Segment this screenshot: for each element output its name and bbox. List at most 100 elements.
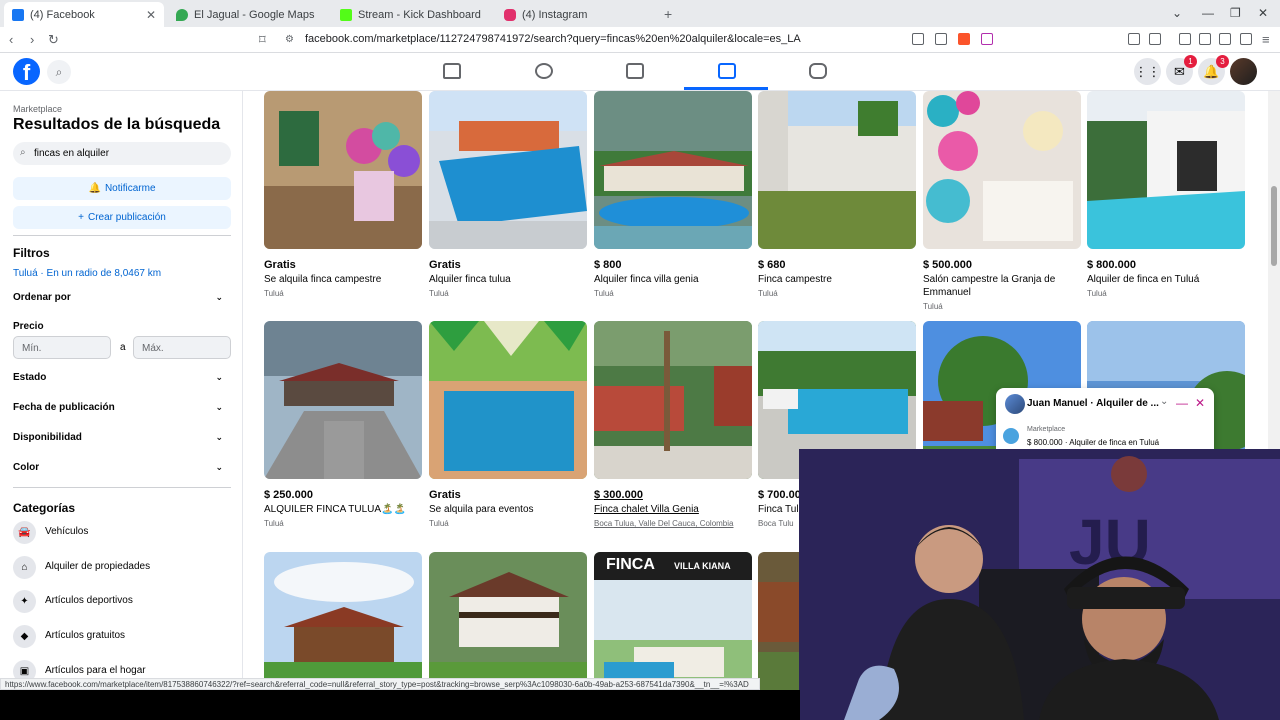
share-icon[interactable] [935,33,947,45]
divider [13,235,231,236]
cast-icon[interactable] [912,33,924,45]
category-label: Artículos deportivos [45,595,133,606]
listing-image[interactable] [923,91,1081,249]
state-dropdown[interactable]: Estado ⌄ [13,372,231,383]
category-sports[interactable]: ✦ Artículos deportivos [13,590,231,618]
reader-icon[interactable] [1149,33,1161,45]
facebook-logo[interactable]: f [13,58,40,85]
listing-card[interactable]: $ 250.000 ALQUILER FINCA TULUA🏝️🏝️ Tuluá [264,321,422,528]
search-input[interactable]: ⌕ fincas en alquiler [13,142,231,165]
availability-dropdown[interactable]: Disponibilidad ⌄ [13,432,231,443]
tab-instagram[interactable]: (4) Instagram [496,2,660,27]
create-listing-button[interactable]: + Crear publicación [13,206,231,229]
listing-title: Alquiler finca tulua [429,274,511,285]
close-window-icon[interactable]: ✕ [1258,6,1268,20]
sidebar-icon[interactable] [1179,33,1191,45]
category-property-rentals[interactable]: ⌂ Alquiler de propiedades [13,556,231,584]
sort-dropdown[interactable]: Ordenar por ⌄ [13,292,231,303]
category-free[interactable]: ◆ Artículos gratuitos [13,625,231,653]
kick-favicon-icon [340,8,352,21]
messenger-icon[interactable]: ✉ 1 [1166,55,1197,85]
restore-icon[interactable]: ❐ [1230,6,1241,20]
menu-grid-icon[interactable]: ⋮⋮ [1134,58,1161,85]
listing-card[interactable]: Gratis Se alquila finca campestre Tuluá [264,91,422,298]
listing-image[interactable] [264,552,422,690]
listing-card[interactable]: $ 300.000 Finca chalet Villa Genia Boca Tu… [594,321,752,528]
chevron-down-icon[interactable]: ⌄ [1160,396,1168,407]
brave-rewards-icon[interactable] [981,33,993,45]
site-info-icon[interactable]: ⚙ [285,34,294,45]
close-icon[interactable]: ✕ [1195,396,1205,410]
listing-image[interactable] [594,91,752,249]
video-icon[interactable] [626,63,644,79]
listing-price: $ 800 [594,259,622,271]
avatar[interactable] [1230,58,1257,85]
category-label: Alquiler de propiedades [45,561,151,572]
listing-card[interactable]: $ 500.000 Salón campestre la Granja de Em… [923,91,1081,311]
listing-image[interactable] [758,91,916,249]
price-max-input[interactable]: Máx. [133,336,231,359]
wallet-icon[interactable] [1199,33,1211,45]
breadcrumb[interactable]: Marketplace [13,104,62,114]
notifications-icon[interactable]: 🔔 3 [1198,55,1229,85]
listing-card[interactable]: Gratis Se alquila para eventos Tuluá [429,321,587,528]
listing-card[interactable]: $ 800.000 Alquiler de finca en Tuluá Tuluá [1087,91,1245,298]
color-dropdown[interactable]: Color ⌄ [13,462,231,473]
reload-icon[interactable]: ↻ [48,32,59,48]
listing-image[interactable] [264,321,422,479]
category-vehicles[interactable]: 🚘 Vehículos [13,521,231,549]
bookmark-icon[interactable]: ⌑ [259,32,266,48]
listing-card[interactable] [264,552,422,690]
listing-image[interactable] [594,321,752,479]
minimize-icon[interactable]: — [1202,6,1214,20]
new-tab-button[interactable]: + [664,6,672,22]
listing-image[interactable] [429,552,587,690]
location-filter[interactable]: Tuluá · En un radio de 8,0467 km [13,268,161,279]
listing-image[interactable] [429,91,587,249]
close-icon[interactable]: ✕ [146,8,156,22]
listing-card[interactable] [429,552,587,690]
home-icon[interactable] [443,63,461,79]
scrollbar-thumb[interactable] [1271,186,1277,266]
menu-icon[interactable]: ≡ [1262,32,1270,47]
friends-icon[interactable] [535,63,553,79]
chat-contact-name: Juan Manuel · Alquiler de ... [1027,398,1159,409]
listing-title: Finca chalet Villa Genia [594,504,699,515]
back-icon[interactable]: ‹ [9,32,13,47]
listing-image[interactable] [264,91,422,249]
vpn-icon[interactable] [1240,33,1252,45]
brave-shield-icon[interactable] [958,33,970,45]
listing-card[interactable]: $ 680 Finca campestre Tuluá [758,91,916,298]
listing-price: Gratis [264,259,296,271]
search-icon[interactable]: ⌕ [47,60,71,84]
date-dropdown[interactable]: Fecha de publicación ⌄ [13,402,231,413]
webcam-overlay: JU [799,449,1280,720]
notify-label: Notificarme [104,183,156,194]
marketplace-icon[interactable] [718,63,736,79]
chevron-down-icon[interactable]: ⌄ [1172,6,1182,20]
webcam-scene: JU [799,449,1280,720]
listing-location: Tuluá [429,289,449,298]
leo-icon[interactable] [1219,33,1231,45]
extensions-icon[interactable] [1128,33,1140,45]
tab-google-maps[interactable]: El Jagual - Google Maps [168,2,332,27]
avatar [1005,394,1025,414]
minimize-icon[interactable]: — [1176,396,1188,410]
listing-card[interactable]: FINCA VILLA KIANA [594,552,752,690]
gaming-icon[interactable] [809,63,827,79]
tag-icon: ◆ [13,625,36,648]
url-field[interactable]: facebook.com/marketplace/112724798741972… [305,33,801,45]
listing-card[interactable]: $ 800 Alquiler finca villa genia Tuluá [594,91,752,298]
listing-card[interactable]: Gratis Alquiler finca tulua Tuluá [429,91,587,298]
listing-price: $ 300.000 [594,489,643,501]
tab-kick[interactable]: Stream - Kick Dashboard [332,2,496,27]
notify-button[interactable]: 🔔 Notificarme [13,177,231,200]
forward-icon[interactable]: › [30,32,34,47]
listing-image[interactable]: FINCA VILLA KIANA [594,552,752,690]
chat-popup[interactable]: Juan Manuel · Alquiler de ... ⌄ — ✕ Mark… [996,388,1214,450]
listing-image[interactable] [429,321,587,479]
listing-title: ALQUILER FINCA TULUA🏝️🏝️ [264,504,406,515]
listing-image[interactable] [1087,91,1245,249]
price-min-input[interactable]: Mín. [13,336,111,359]
tab-facebook[interactable]: (4) Facebook ✕ [4,2,164,27]
